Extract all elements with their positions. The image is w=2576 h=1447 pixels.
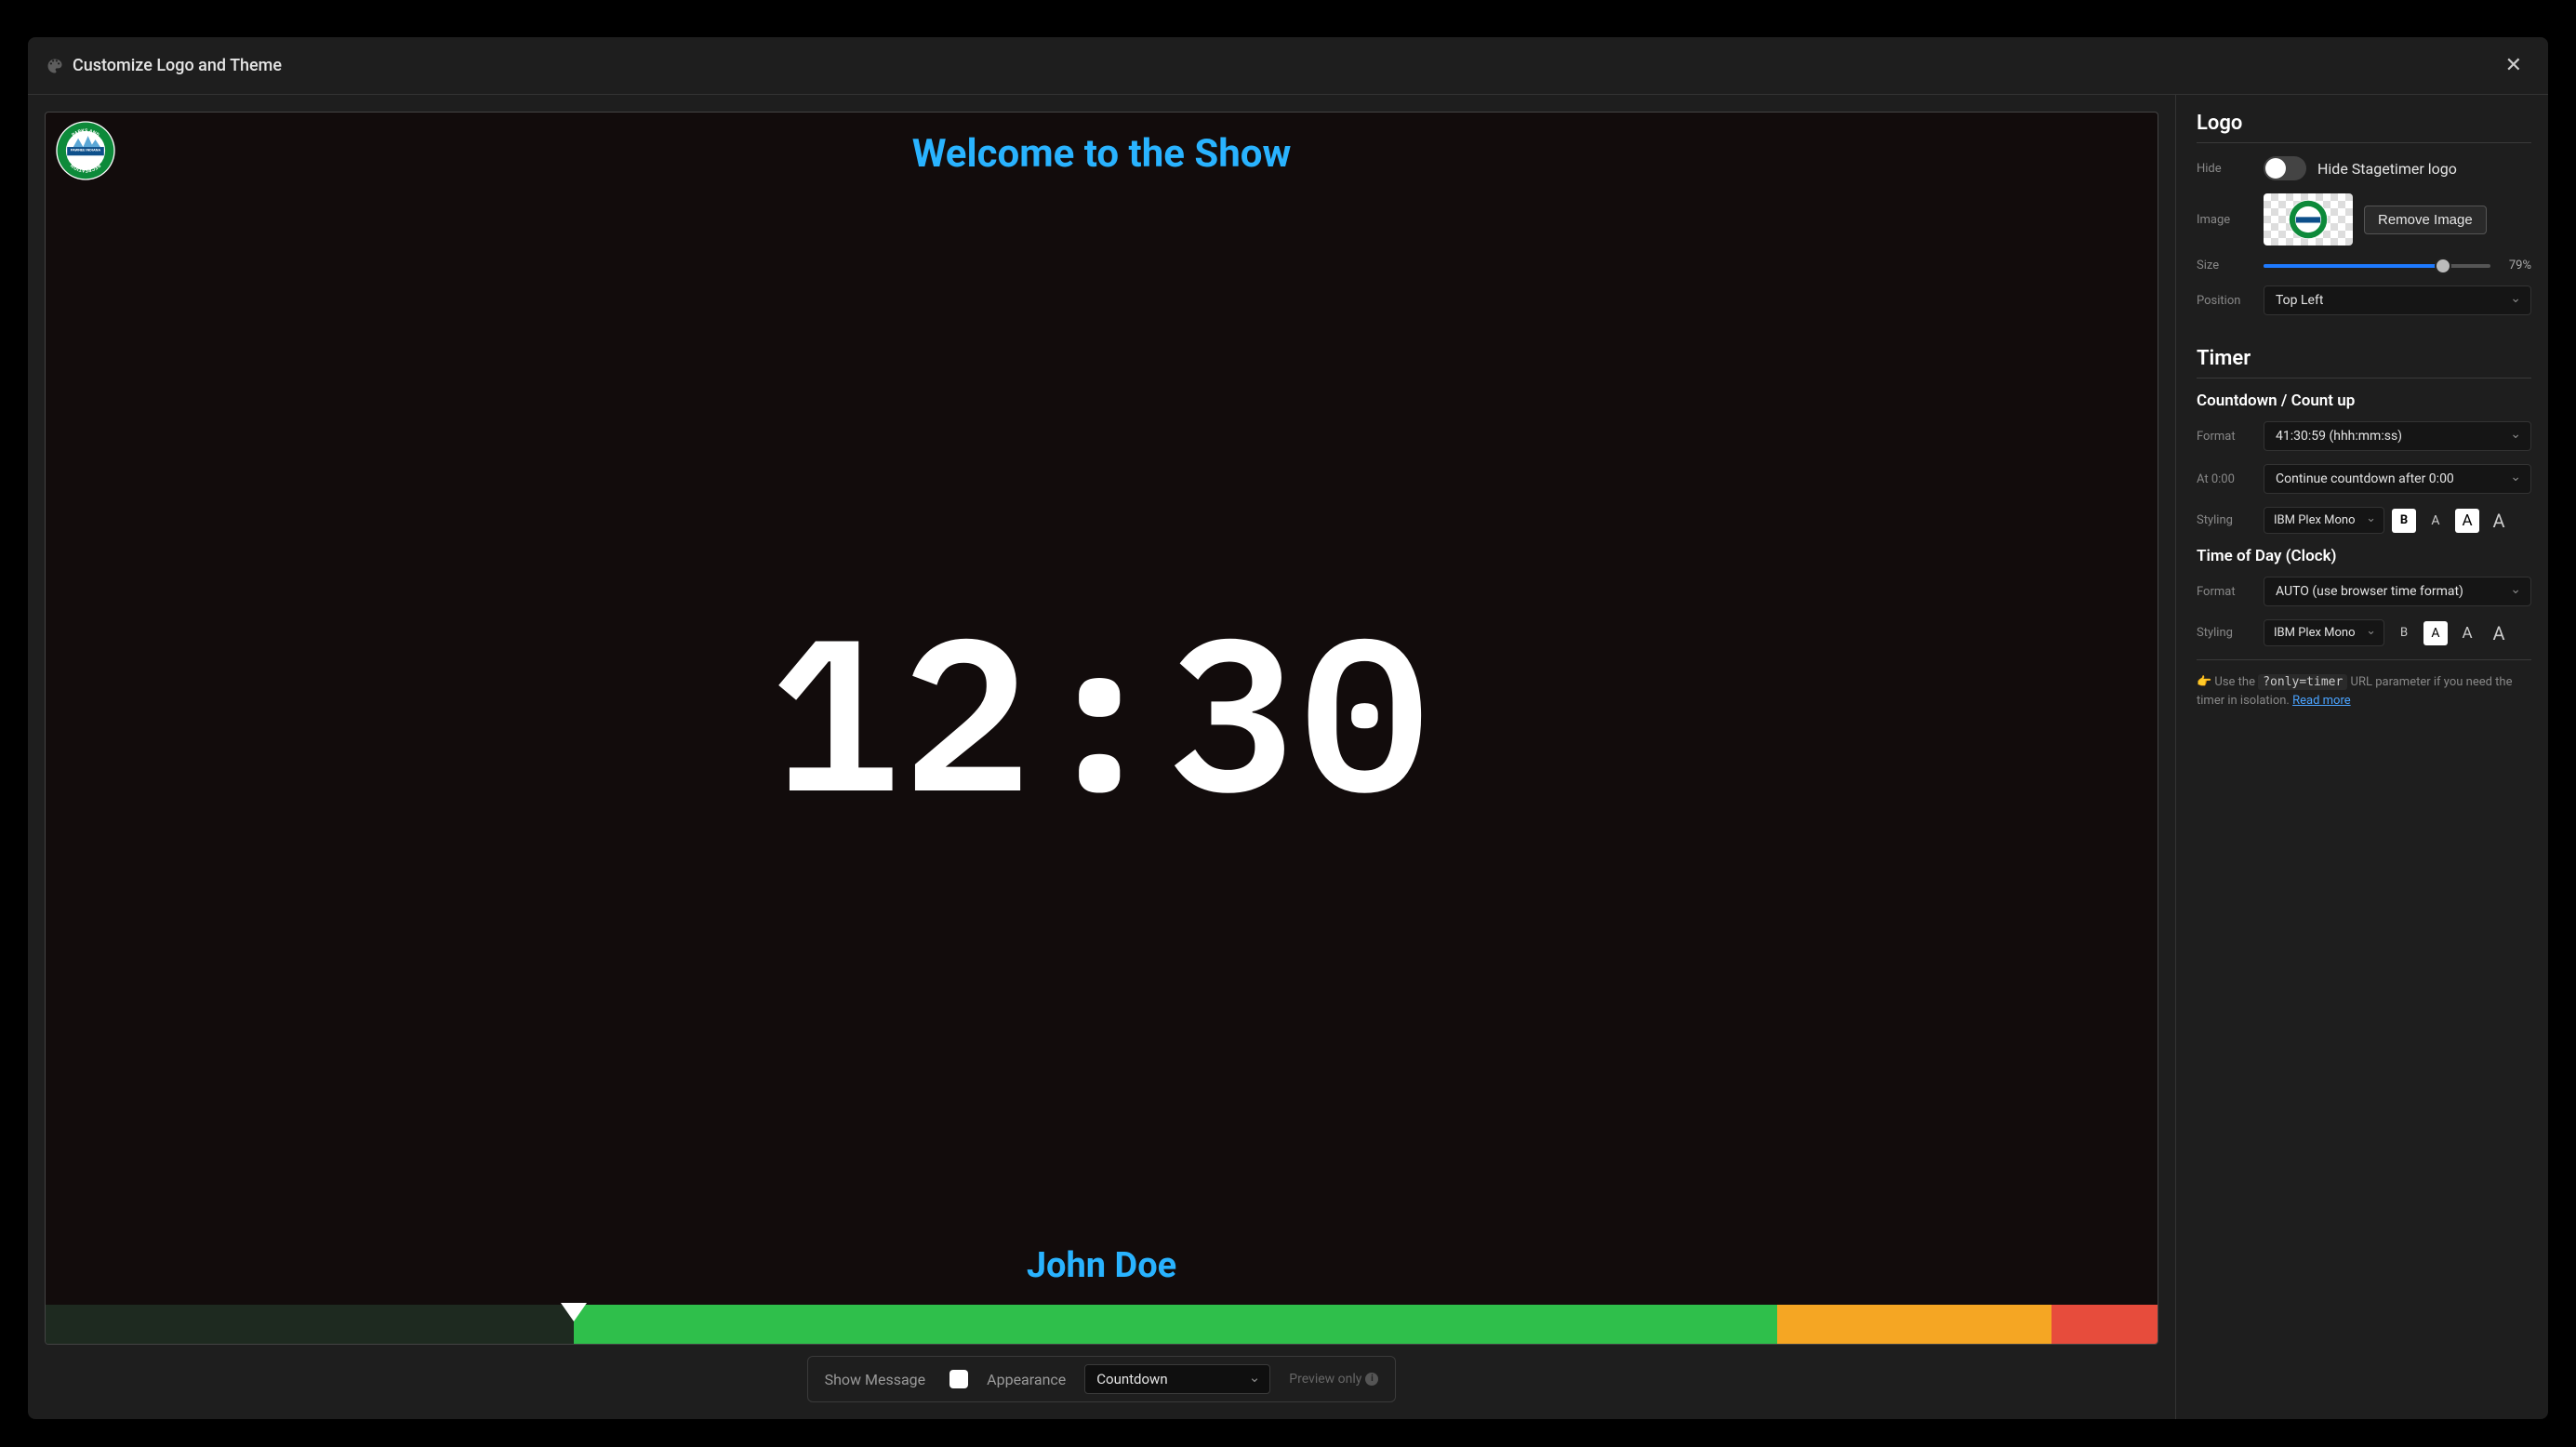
clock-styling-label: Styling xyxy=(2197,626,2252,640)
preview-only-label: Preview only i xyxy=(1289,1372,1378,1387)
progress-green xyxy=(574,1305,1777,1344)
close-button[interactable]: ✕ xyxy=(2498,50,2530,81)
logo-heading: Logo xyxy=(2197,112,2531,135)
position-row: Position Top Left xyxy=(2197,285,2531,315)
countdown-format-select[interactable]: 41:30:59 (hhh:mm:ss) xyxy=(2264,421,2531,451)
clock-format-value: AUTO (use browser time format) xyxy=(2276,584,2463,599)
clock-format-row: Format AUTO (use browser time format) xyxy=(2197,577,2531,606)
countdown-size-medium-button[interactable]: A xyxy=(2455,509,2479,533)
hide-row: Hide Hide Stagetimer logo xyxy=(2197,156,2531,180)
modal-title: Customize Logo and Theme xyxy=(73,56,2498,75)
countdown-styling-row: Styling IBM Plex Mono B A A A xyxy=(2197,507,2531,534)
appearance-label: Appearance xyxy=(987,1371,1066,1388)
remove-image-button[interactable]: Remove Image xyxy=(2364,206,2487,234)
appearance-select-value: Countdown xyxy=(1096,1371,1167,1387)
size-row: Size 79% xyxy=(2197,259,2531,272)
preview-screen: PAWNEE INDIANA PARKS AND RECREATION Welc… xyxy=(45,112,2158,1345)
clock-bold-button[interactable]: B xyxy=(2392,621,2416,645)
hide-toggle-text: Hide Stagetimer logo xyxy=(2317,160,2457,178)
palette-icon xyxy=(46,58,63,74)
toggle-knob xyxy=(2265,158,2286,179)
info-icon[interactable]: i xyxy=(1365,1373,1378,1386)
image-label: Image xyxy=(2197,213,2252,227)
at-zero-select[interactable]: Continue countdown after 0:00 xyxy=(2264,464,2531,494)
hint-code: ?only=timer xyxy=(2258,674,2347,690)
modal-body: PAWNEE INDIANA PARKS AND RECREATION Welc… xyxy=(28,95,2548,1419)
clock-format-select[interactable]: AUTO (use browser time format) xyxy=(2264,577,2531,606)
position-label: Position xyxy=(2197,294,2252,308)
clock-font-select[interactable]: IBM Plex Mono xyxy=(2264,619,2384,646)
customize-modal: Customize Logo and Theme ✕ PAWNEE INDIAN… xyxy=(28,37,2548,1419)
format-row: Format 41:30:59 (hhh:mm:ss) xyxy=(2197,421,2531,451)
hint-text: 👉 Use the ?only=timer URL parameter if y… xyxy=(2197,673,2531,710)
position-select-value: Top Left xyxy=(2276,293,2323,308)
preview-controls: Show Message Appearance Countdown Previe… xyxy=(807,1356,1397,1402)
preview-pane: PAWNEE INDIANA PARKS AND RECREATION Welc… xyxy=(28,95,2176,1419)
preview-title-text: Welcome to the Show xyxy=(912,131,1292,177)
parks-rec-seal-icon xyxy=(2288,199,2329,240)
at-zero-value: Continue countdown after 0:00 xyxy=(2276,471,2454,486)
progress-bar xyxy=(46,1305,2158,1344)
clock-size-small-button[interactable]: A xyxy=(2423,621,2448,645)
progress-marker-icon xyxy=(561,1303,587,1321)
clock-styling-row: Styling IBM Plex Mono B A A A xyxy=(2197,619,2531,646)
countdown-font-select[interactable]: IBM Plex Mono xyxy=(2264,507,2384,534)
clock-size-medium-button[interactable]: A xyxy=(2455,621,2479,645)
countdown-styling-label: Styling xyxy=(2197,513,2252,527)
divider xyxy=(2197,142,2531,143)
clock-format-label: Format xyxy=(2197,585,2252,599)
countdown-format-value: 41:30:59 (hhh:mm:ss) xyxy=(2276,429,2402,444)
at-zero-row: At 0:00 Continue countdown after 0:00 xyxy=(2197,464,2531,494)
position-select[interactable]: Top Left xyxy=(2264,285,2531,315)
show-message-label: Show Message xyxy=(825,1371,926,1388)
logo-image-thumb[interactable] xyxy=(2264,193,2353,246)
preview-logo: PAWNEE INDIANA PARKS AND RECREATION xyxy=(55,120,116,181)
slider-fill xyxy=(2264,264,2443,268)
countdown-bold-button[interactable]: B xyxy=(2392,509,2416,533)
format-label: Format xyxy=(2197,430,2252,444)
clock-subheading: Time of Day (Clock) xyxy=(2197,547,2531,565)
hide-label: Hide xyxy=(2197,162,2252,176)
progress-red xyxy=(2052,1305,2158,1344)
svg-text:PAWNEE INDIANA: PAWNEE INDIANA xyxy=(71,148,101,153)
image-row: Image Remove Image xyxy=(2197,193,2531,246)
hide-stagetimer-toggle[interactable] xyxy=(2264,156,2306,180)
countdown-font-value: IBM Plex Mono xyxy=(2274,513,2356,527)
countdown-size-small-button[interactable]: A xyxy=(2423,509,2448,533)
size-value: 79% xyxy=(2500,259,2531,272)
countdown-size-large-button[interactable]: A xyxy=(2487,509,2511,533)
parks-rec-seal-icon: PAWNEE INDIANA PARKS AND RECREATION xyxy=(55,120,116,181)
countdown-subheading: Countdown / Count up xyxy=(2197,392,2531,410)
divider xyxy=(2197,659,2531,660)
show-message-checkbox[interactable] xyxy=(949,1370,968,1388)
size-label: Size xyxy=(2197,259,2252,272)
clock-font-value: IBM Plex Mono xyxy=(2274,626,2356,640)
progress-orange xyxy=(1777,1305,2052,1344)
at-zero-label: At 0:00 xyxy=(2197,472,2252,486)
preview-timer-display: 12:30 xyxy=(770,177,1433,1245)
read-more-link[interactable]: Read more xyxy=(2292,694,2351,708)
settings-sidebar: Logo Hide Hide Stagetimer logo Image xyxy=(2176,95,2548,1419)
clock-size-large-button[interactable]: A xyxy=(2487,621,2511,645)
logo-size-slider[interactable] xyxy=(2264,264,2490,268)
timer-heading: Timer xyxy=(2197,347,2531,370)
slider-thumb[interactable] xyxy=(2435,258,2451,274)
pointing-hand-icon: 👉 xyxy=(2197,675,2211,689)
modal-header: Customize Logo and Theme ✕ xyxy=(28,37,2548,95)
preview-speaker-name: John Doe xyxy=(1027,1245,1176,1286)
progress-empty xyxy=(46,1305,574,1344)
appearance-select[interactable]: Countdown xyxy=(1084,1364,1270,1394)
